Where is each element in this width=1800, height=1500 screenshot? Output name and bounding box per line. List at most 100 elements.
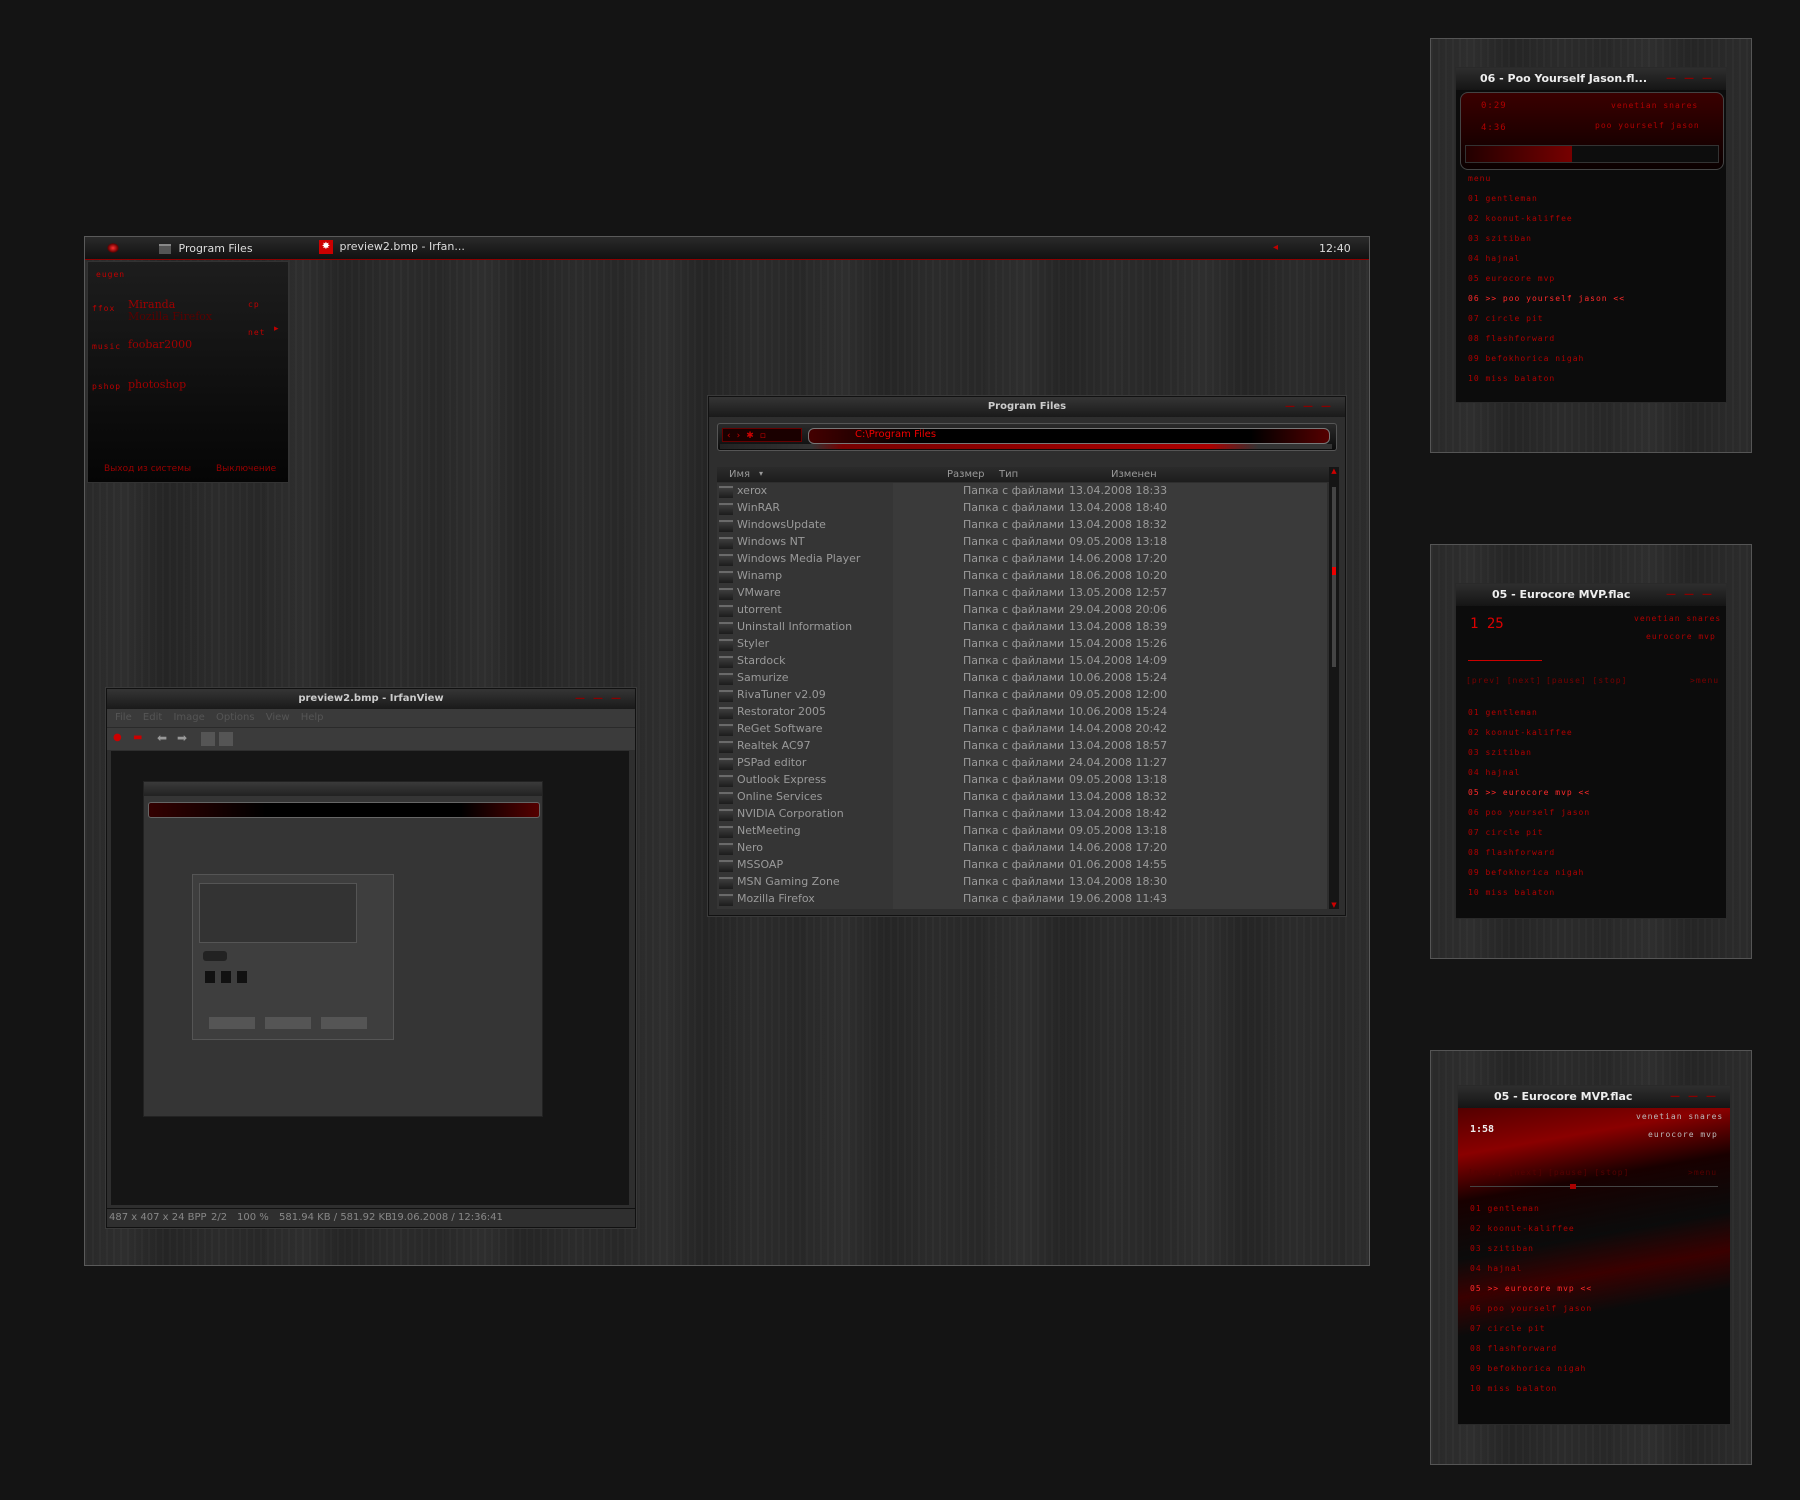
player-titlebar[interactable]: 05 - Eurocore MVP.flac ——— <box>1456 584 1726 606</box>
menu-image[interactable]: Image <box>173 712 204 723</box>
column-name[interactable]: Имя <box>729 469 750 480</box>
file-row[interactable]: Stardock Папка с файлами 15.04.2008 14:09 <box>717 653 1327 670</box>
file-row[interactable]: NVIDIA Corporation Папка с файлами 13.04.2… <box>717 806 1327 823</box>
tray-arrow-icon[interactable]: ◂ <box>1273 242 1278 253</box>
playlist-track[interactable]: 08 flashforward <box>1468 334 1555 343</box>
playlist-track[interactable]: 01 gentleman <box>1468 708 1538 717</box>
playlist-track[interactable]: 07 circle pit <box>1468 828 1544 837</box>
menu-file[interactable]: File <box>115 712 132 723</box>
seek-bar[interactable] <box>1470 1184 1718 1189</box>
file-row[interactable]: Restorator 2005 Папка с файлами 10.06.2008… <box>717 704 1327 721</box>
home-icon[interactable]: ▫ <box>760 431 772 441</box>
menu-item-foobar[interactable]: foobar2000 <box>128 338 192 351</box>
file-row[interactable]: Windows NT Папка с файлами 09.05.2008 13:1… <box>717 534 1327 551</box>
minimize-button[interactable]: — <box>1670 1091 1688 1102</box>
file-row[interactable]: Windows Media Player Папка с файлами 14.06… <box>717 551 1327 568</box>
next-image-icon[interactable]: ➡ <box>177 731 187 745</box>
maximize-button[interactable]: — <box>1684 73 1702 84</box>
taskbar-item-irfanview[interactable]: ✸ preview2.bmp - Irfan... <box>319 240 465 254</box>
forward-icon[interactable]: › <box>737 431 747 441</box>
file-row[interactable]: WinRAR Папка с файлами 13.04.2008 18:40 <box>717 500 1327 517</box>
playlist-track[interactable]: 05 >> eurocore mvp << <box>1468 788 1590 797</box>
maximize-button[interactable]: — <box>1303 401 1321 412</box>
maximize-button[interactable]: — <box>1688 1091 1706 1102</box>
menu-item-cp[interactable]: cp <box>248 300 260 309</box>
file-row[interactable]: Styler Папка с файлами 15.04.2008 15:26 <box>717 636 1327 653</box>
menu-edit[interactable]: Edit <box>143 712 162 723</box>
playlist-track[interactable]: 10 miss balaton <box>1468 374 1555 383</box>
playlist-track[interactable]: 03 szitiban <box>1468 234 1532 243</box>
playlist-track[interactable]: 04 hajnal <box>1470 1264 1522 1273</box>
minimize-button[interactable]: — <box>1285 401 1303 412</box>
playlist-track[interactable]: 01 gentleman <box>1470 1204 1540 1213</box>
playlist-track[interactable]: 06 poo yourself jason <box>1468 808 1590 817</box>
file-row[interactable]: Mozilla Firefox Папка с файлами 19.06.2008… <box>717 891 1327 908</box>
maximize-button[interactable]: — <box>1684 589 1702 600</box>
minimize-button[interactable]: — <box>575 693 593 704</box>
file-row[interactable]: MSSOAP Папка с файлами 01.06.2008 14:55 <box>717 857 1327 874</box>
playlist-track[interactable]: 09 befokhorica nigah <box>1468 868 1584 877</box>
pause-stop-controls[interactable]: [pause] [stop] <box>1548 1168 1629 1177</box>
explorer-titlebar[interactable]: Program Files ——— <box>709 397 1345 417</box>
close-button[interactable]: — <box>1321 401 1339 412</box>
start-button[interactable] <box>99 241 127 255</box>
minimize-button[interactable]: — <box>1666 589 1684 600</box>
file-row[interactable]: NetMeeting Папка с файлами 09.05.2008 13:1… <box>717 823 1327 840</box>
close-button[interactable]: — <box>1702 73 1720 84</box>
playlist-track[interactable]: 08 flashforward <box>1468 848 1555 857</box>
file-row[interactable]: WindowsUpdate Папка с файлами 13.04.2008 1… <box>717 517 1327 534</box>
player-titlebar[interactable]: 05 - Eurocore MVP.flac ——— <box>1458 1086 1730 1108</box>
seek-knob[interactable] <box>1570 1184 1576 1189</box>
file-row[interactable]: Realtek AC97 Папка с файлами 13.04.2008 18… <box>717 738 1327 755</box>
scroll-up-icon[interactable]: ▲ <box>1329 467 1339 475</box>
playlist-track[interactable]: 06 poo yourself jason <box>1470 1304 1592 1313</box>
playlist-track[interactable]: 10 miss balaton <box>1468 888 1555 897</box>
playlist-track[interactable]: 04 hajnal <box>1468 254 1520 263</box>
close-button[interactable]: — <box>1702 589 1720 600</box>
file-row[interactable]: RivaTuner v2.09 Папка с файлами 09.05.2008… <box>717 687 1327 704</box>
refresh-icon[interactable]: ✱ <box>746 431 760 441</box>
file-row[interactable]: Samurize Папка с файлами 10.06.2008 15:24 <box>717 670 1327 687</box>
playlist-track[interactable]: 04 hajnal <box>1468 768 1520 777</box>
column-size[interactable]: Размер <box>947 469 985 480</box>
file-row[interactable]: Outlook Express Папка с файлами 09.05.2008… <box>717 772 1327 789</box>
irfanview-titlebar[interactable]: preview2.bmp - IrfanView ——— <box>107 689 635 709</box>
file-row[interactable]: xerox Папка с файлами 13.04.2008 18:33 <box>717 483 1327 500</box>
minimize-button[interactable]: — <box>1666 73 1684 84</box>
playlist-track[interactable]: 08 flashforward <box>1470 1344 1557 1353</box>
playlist-track[interactable]: 05 >> eurocore mvp << <box>1470 1284 1592 1293</box>
zoom-out-icon[interactable] <box>219 732 233 746</box>
shutdown-button[interactable]: Выключение <box>216 464 276 474</box>
close-button[interactable]: — <box>611 693 629 704</box>
open-icon[interactable]: ● <box>113 732 122 743</box>
scroll-thumb[interactable] <box>1332 487 1336 667</box>
playlist-track[interactable]: 02 koonut-kaliffee <box>1468 214 1573 223</box>
menu-label[interactable]: menu <box>1468 174 1491 183</box>
prev-next-controls[interactable]: [prev] [next] <box>1466 676 1542 685</box>
menu-view[interactable]: View <box>266 712 290 723</box>
file-row[interactable]: Online Services Папка с файлами 13.04.2008… <box>717 789 1327 806</box>
zoom-in-icon[interactable] <box>201 732 215 746</box>
file-row[interactable]: VMware Папка с файлами 13.05.2008 12:57 <box>717 585 1327 602</box>
column-type[interactable]: Тип <box>999 469 1018 480</box>
column-modified[interactable]: Изменен <box>1111 469 1157 480</box>
back-icon[interactable]: ‹ <box>727 431 737 441</box>
file-row[interactable]: Nero Папка с файлами 14.06.2008 17:20 <box>717 840 1327 857</box>
menu-label[interactable]: >menu <box>1688 1168 1717 1177</box>
file-row[interactable]: utorrent Папка с файлами 29.04.2008 20:06 <box>717 602 1327 619</box>
file-row[interactable]: MSN Gaming Zone Папка с файлами 13.04.2008… <box>717 874 1327 891</box>
address-field[interactable]: C:\Program Files <box>808 428 1330 444</box>
file-row[interactable]: Uninstall Information Папка с файлами 13.0… <box>717 619 1327 636</box>
playlist-track[interactable]: 03 szitiban <box>1470 1244 1534 1253</box>
playlist-track[interactable]: 07 circle pit <box>1468 314 1544 323</box>
playlist-track[interactable]: 02 koonut-kaliffee <box>1468 728 1573 737</box>
menu-item-firefox[interactable]: Mozilla Firefox <box>128 310 212 323</box>
close-button[interactable]: — <box>1706 1091 1724 1102</box>
prev-next-controls[interactable]: [prev] [next] <box>1468 1168 1544 1177</box>
taskbar-item-explorer[interactable]: Program Files <box>159 242 253 255</box>
playlist-track[interactable]: 09 befokhorica nigah <box>1468 354 1584 363</box>
file-row[interactable]: ReGet Software Папка с файлами 14.04.2008 … <box>717 721 1327 738</box>
scroll-down-icon[interactable]: ▼ <box>1329 901 1339 909</box>
playlist-track[interactable]: 06 >> poo yourself jason << <box>1468 294 1625 303</box>
vertical-scrollbar[interactable]: ▲ ▼ <box>1329 467 1339 909</box>
